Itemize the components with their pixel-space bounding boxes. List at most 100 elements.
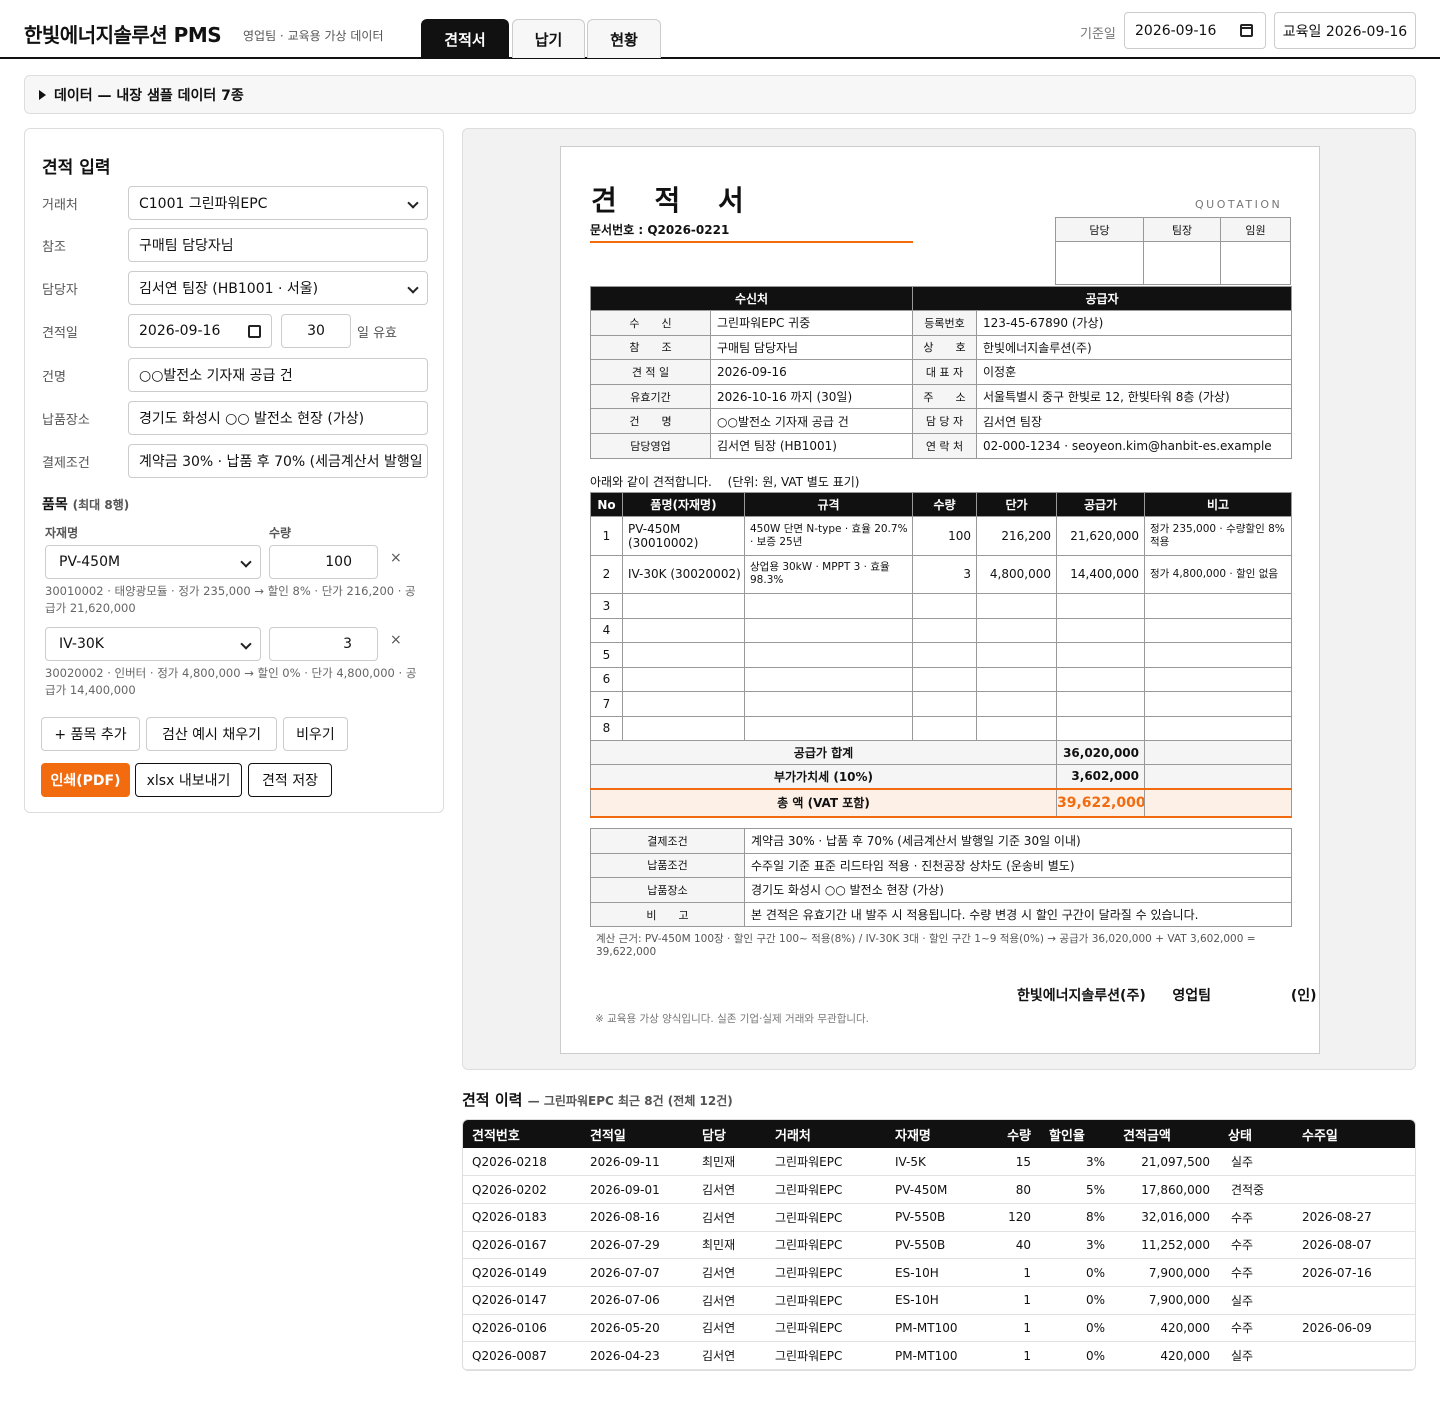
item-qty-input[interactable]: 3	[269, 627, 378, 661]
ref-input[interactable]: 구매팀 담당자님	[128, 228, 428, 262]
tab-delivery[interactable]: 납기	[512, 19, 585, 58]
clear-button[interactable]: 비우기	[283, 717, 348, 751]
history-cell: 7,900,000	[1114, 1286, 1219, 1315]
tab-status[interactable]: 현황	[587, 19, 661, 58]
item-spec	[744, 666, 913, 692]
history-cell: 1	[984, 1286, 1040, 1315]
recipient-field-value: 그린파워EPC 귀중	[710, 310, 913, 336]
export-xlsx-button[interactable]: xlsx 내보내기	[135, 763, 242, 797]
item-note	[1144, 593, 1292, 619]
history-column-header[interactable]: 견적금액	[1114, 1120, 1219, 1148]
history-row[interactable]: Q2026-0167 2026-07-29 최민재 그린파워EPC PV-550B 40 3…	[463, 1231, 1415, 1260]
tab-quote[interactable]: 견적서	[421, 19, 509, 58]
sample-fill-button[interactable]: 검산 예시 채우기	[146, 717, 277, 751]
history-cell: 최민재	[693, 1231, 766, 1260]
history-cell: 7,900,000	[1114, 1258, 1219, 1287]
item-price	[976, 666, 1057, 692]
item-qty	[912, 617, 977, 643]
history-cell: 8%	[1040, 1203, 1114, 1232]
subtotal-value: 36,020,000	[1056, 740, 1145, 765]
history-cell	[1293, 1341, 1415, 1370]
supplier-field-label: 상 호	[912, 334, 977, 361]
history-row[interactable]: Q2026-0149 2026-07-07 김서연 그린파워EPC ES-10H 1 0% 7…	[463, 1258, 1415, 1287]
disclaimer: ※ 교육용 가상 양식입니다. 실존 기업·실제 거래와 무관합니다.	[595, 1013, 870, 1025]
supplier-header: 공급자	[912, 286, 1292, 311]
history-row[interactable]: Q2026-0202 2026-09-01 김서연 그린파워EPC PV-450M 80 5…	[463, 1175, 1415, 1204]
rep-select[interactable]: 김서연 팀장 (HB1001 · 서울)	[128, 271, 428, 305]
history-row[interactable]: Q2026-0087 2026-04-23 김서연 그린파워EPC PM-MT100 1 0…	[463, 1341, 1415, 1370]
recipient-header: 수신처	[590, 286, 913, 311]
item-column-header: 규격	[744, 492, 913, 517]
history-row[interactable]: Q2026-0106 2026-05-20 김서연 그린파워EPC PM-MT100 1 0…	[463, 1314, 1415, 1343]
history-cell: Q2026-0087	[463, 1341, 581, 1370]
item-amount	[1056, 715, 1145, 741]
approval-label: 담당	[1055, 217, 1144, 242]
history-cell: 그린파워EPC	[766, 1231, 886, 1260]
history-cell: 그린파워EPC	[766, 1203, 886, 1232]
print-pdf-button[interactable]: 인쇄(PDF)	[41, 763, 130, 797]
base-date-input[interactable]: 2026-09-16	[1124, 12, 1266, 49]
history-column-header[interactable]: 거래처	[766, 1120, 886, 1148]
save-quote-button[interactable]: 견적 저장	[248, 763, 332, 797]
item-column-header: No	[590, 492, 623, 517]
calendar-icon[interactable]	[1240, 24, 1253, 37]
add-item-button[interactable]: + 품목 추가	[41, 717, 140, 751]
delivery-input[interactable]: 경기도 화성시 ○○ 발전소 현장 (가상)	[128, 401, 428, 435]
quote-date-input[interactable]: 2026-09-16	[128, 314, 272, 348]
history-cell	[1293, 1286, 1415, 1315]
history-column-header[interactable]: 자재명	[886, 1120, 984, 1148]
subject-input[interactable]: ○○발전소 기자재 공급 건	[128, 358, 428, 392]
history-cell: 실주	[1219, 1148, 1293, 1177]
payment-input[interactable]: 계약금 30% · 납품 후 70% (세금계산서 발행일 기준 30일 이내)	[128, 444, 428, 478]
terms-value: 본 견적은 유효기간 내 발주 시 적용됩니다. 수량 변경 시 할인 구간이 …	[744, 901, 1292, 928]
item-note	[1144, 715, 1292, 741]
history-row[interactable]: Q2026-0183 2026-08-16 김서연 그린파워EPC PV-550B 120…	[463, 1203, 1415, 1232]
item-select[interactable]: IV-30K	[45, 627, 261, 661]
history-row[interactable]: Q2026-0147 2026-07-06 김서연 그린파워EPC ES-10H 1 0% 7…	[463, 1286, 1415, 1315]
history-column-header[interactable]: 견적일	[581, 1120, 693, 1148]
history-column-header[interactable]: 수량	[984, 1120, 1040, 1148]
history-cell: 그린파워EPC	[766, 1175, 886, 1204]
party-row: 참 조 구매팀 담당자님 상 호 한빛에너지솔루션(주)	[590, 334, 1292, 361]
brand-title: 한빛에너지솔루션 PMS	[24, 23, 222, 47]
supplier-field-value: 02-000-1234 · seoyeon.kim@hanbit-es.exam…	[976, 432, 1292, 459]
item-no: 3	[590, 593, 623, 619]
history-column-header[interactable]: 담당	[693, 1120, 766, 1148]
history-cell: 수주	[1219, 1203, 1293, 1232]
supplier-field-value: 한빛에너지솔루션(주)	[976, 334, 1292, 361]
form-title: 견적 입력	[42, 158, 111, 178]
signature-line: 한빛에너지솔루션(주) 영업팀 (인)	[1017, 985, 1317, 1005]
data-disclosure[interactable]: 데이터 — 내장 샘플 데이터 7종	[24, 75, 1416, 114]
calendar-icon[interactable]	[248, 325, 261, 338]
history-column-header[interactable]: 견적번호	[463, 1120, 581, 1148]
item-name	[622, 666, 745, 692]
history-cell: 2026-08-27	[1293, 1203, 1415, 1232]
remove-item-icon[interactable]: ×	[390, 550, 402, 566]
remove-item-icon[interactable]: ×	[390, 632, 402, 648]
history-row[interactable]: Q2026-0218 2026-09-11 최민재 그린파워EPC IV-5K 15 3% 2…	[463, 1148, 1415, 1177]
item-price	[976, 593, 1057, 619]
item-qty-input[interactable]: 100	[269, 545, 378, 579]
history-cell: 그린파워EPC	[766, 1258, 886, 1287]
history-cell: 32,016,000	[1114, 1203, 1219, 1232]
item-select[interactable]: PV-450M	[45, 545, 261, 579]
quote-paper: 견 적 서 QUOTATION 문서번호 : Q2026-0221 담당 팀장 …	[560, 146, 1320, 1054]
history-column-header[interactable]: 수주일	[1293, 1120, 1415, 1148]
customer-select[interactable]: C1001 그린파워EPC	[128, 186, 428, 220]
total-label: 총 액 (VAT 포함)	[590, 787, 1057, 818]
history-cell: 최민재	[693, 1148, 766, 1177]
sum-blank	[1144, 740, 1292, 765]
item-column-header: 품명(자재명)	[622, 492, 745, 517]
history-column-header[interactable]: 할인율	[1040, 1120, 1114, 1148]
edu-date-button[interactable]: 교육일 2026-09-16	[1274, 12, 1416, 49]
item-name: PV-450M (30010002)	[622, 516, 745, 556]
item-amount	[1056, 617, 1145, 643]
history-column-header[interactable]: 상태	[1219, 1120, 1293, 1148]
history-cell: PV-550B	[886, 1231, 984, 1260]
history-cell: Q2026-0202	[463, 1175, 581, 1204]
base-date-value: 2026-09-16	[1135, 22, 1217, 39]
recipient-field-label: 견 적 일	[590, 359, 711, 385]
history-cell: 그린파워EPC	[766, 1148, 886, 1177]
total-value: 39,622,000	[1056, 787, 1145, 818]
valid-days-input[interactable]: 30	[281, 314, 351, 348]
